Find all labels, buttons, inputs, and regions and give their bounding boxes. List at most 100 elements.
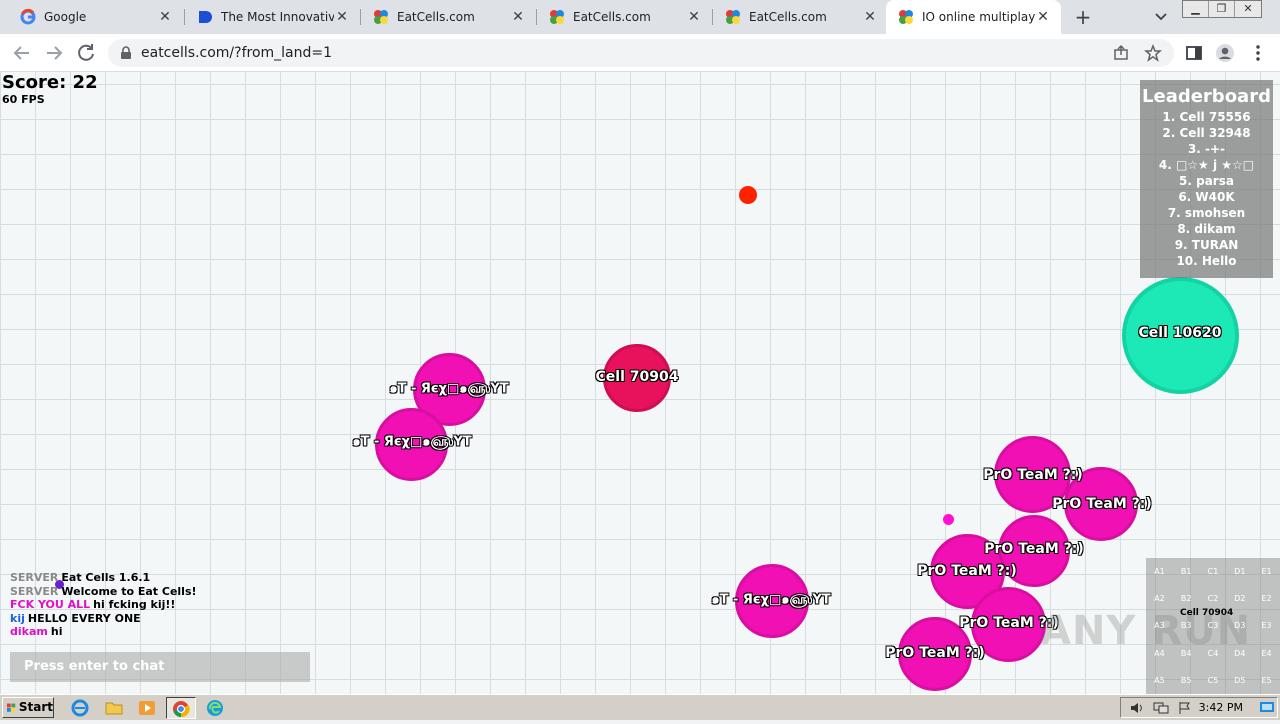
eatcells-icon: [899, 10, 913, 24]
flag-icon[interactable]: [1177, 701, 1193, 715]
share-icon[interactable]: [1112, 44, 1130, 62]
cell-label: ๑T - Яєχ□๑௵YT: [711, 592, 831, 608]
game-canvas[interactable]: Score: 22 60 FPS Cell 70904 Cell 10620 ๑…: [0, 72, 1280, 694]
tab-google[interactable]: Google ✕: [8, 0, 183, 34]
cell-label: ๑T - Яєχ□๑௵YT: [352, 434, 472, 450]
reload-icon[interactable]: [74, 41, 98, 65]
leaderboard-title: Leaderboard: [1142, 86, 1271, 107]
notification-icon[interactable]: [1259, 701, 1275, 715]
minimap-cell: C5: [1207, 675, 1219, 685]
chat-text: Eat Cells 1.6.1: [61, 571, 151, 584]
chat-sender: SERVER: [10, 584, 59, 598]
minimap-cell: B4: [1180, 648, 1192, 658]
blue-logo-icon: [199, 11, 212, 23]
cell-label: Cell 10620: [1138, 325, 1222, 341]
media-player-icon[interactable]: [137, 698, 157, 718]
start-button[interactable]: Start: [2, 697, 54, 718]
cell-label: ๑T - Яєχ□๑௵YT: [389, 381, 509, 397]
maximize-icon[interactable]: ❐: [1209, 1, 1235, 17]
cell-label: PrO TeaM ?:): [1052, 496, 1152, 512]
leaderboard-entry: 2. Cell 32948: [1162, 126, 1251, 140]
chat-sender: SERVER: [10, 571, 59, 584]
cell-label: Cell 70904: [595, 369, 679, 385]
chat-input[interactable]: Press enter to chat: [10, 652, 310, 682]
chat-message: kij HELLO EVERY ONE: [10, 612, 197, 626]
window-close-icon[interactable]: ✕: [1235, 1, 1261, 17]
chevron-down-icon[interactable]: [1150, 6, 1172, 28]
minimap-cell: B5: [1180, 675, 1192, 685]
chat-text: hi fcking kij!!: [93, 598, 176, 611]
os-taskbar: Start 3:42 PM: [0, 694, 1280, 720]
minimap-cell: E2: [1261, 594, 1272, 604]
chat-message: FCK YOU ALL hi fcking kij!!: [10, 598, 197, 612]
cell-label: PrO TeaM ?:): [917, 563, 1017, 579]
minimap-cell: C1: [1207, 567, 1219, 576]
taskbar-chrome-button[interactable]: [166, 697, 196, 719]
minimap-cell: E3: [1261, 621, 1272, 631]
cell-label: PrO TeaM ?:): [885, 645, 985, 661]
cell-label: PrO TeaM ?:): [984, 541, 1084, 557]
minimize-icon[interactable]: ▁: [1183, 1, 1209, 17]
url-text[interactable]: eatcells.com/?from_land=1: [141, 45, 332, 61]
chat-sender: kij: [10, 611, 25, 625]
tab-eatcells-1[interactable]: EatCells.com ✕: [361, 0, 536, 34]
food-pellet: [943, 514, 954, 525]
address-bar[interactable]: eatcells.com/?from_land=1: [108, 39, 1174, 67]
browser-tab-bar: Google ✕ The Most Innovative Tr ✕ EatCel…: [0, 0, 1280, 34]
edge-icon[interactable]: [205, 698, 225, 718]
close-icon[interactable]: ✕: [510, 9, 526, 25]
minimap-cell: C4: [1207, 648, 1219, 658]
chat-message: SERVER Eat Cells 1.6.1: [10, 571, 197, 585]
windows-logo-icon: [7, 703, 16, 712]
food-pellet: [739, 186, 757, 204]
chat-text: hi: [50, 625, 63, 638]
score-display: Score: 22: [2, 72, 98, 93]
chat-sender: FCK YOU ALL: [10, 598, 91, 611]
window-controls: ▁ ❐ ✕: [1182, 0, 1262, 18]
profile-avatar-icon[interactable]: [1215, 43, 1235, 63]
close-icon[interactable]: ✕: [686, 9, 702, 25]
volume-icon[interactable]: [1129, 701, 1145, 715]
folder-icon[interactable]: [104, 698, 124, 718]
leaderboard-entry: 8. dikam: [1177, 222, 1236, 236]
tab-eatcells-3[interactable]: EatCells.com ✕: [713, 0, 888, 34]
network-icon[interactable]: [1153, 701, 1169, 715]
chat-log: SERVER Eat Cells 1.6.1 SERVER Welcome to E…: [10, 571, 197, 639]
bookmark-star-icon[interactable]: [1144, 44, 1162, 62]
minimap-cell: A1: [1154, 567, 1165, 576]
tab-io-multiplayer[interactable]: IO online multiplayer ar ✕: [886, 0, 1061, 34]
close-icon[interactable]: ✕: [334, 9, 350, 25]
tab-innovative[interactable]: The Most Innovative Tr ✕: [185, 0, 360, 34]
chat-text: Welcome to Eat Cells!: [61, 584, 197, 598]
eatcells-icon: [374, 10, 388, 24]
close-icon[interactable]: ✕: [1035, 9, 1051, 25]
chat-text: HELLO EVERY ONE: [27, 611, 141, 625]
new-tab-button[interactable]: +: [1071, 5, 1095, 29]
leaderboard-entry: 7. smohsen: [1167, 206, 1246, 220]
forward-arrow-icon[interactable]: [42, 41, 66, 65]
chat-message: dikam hi: [10, 625, 197, 639]
minimap-cell: D4: [1234, 648, 1246, 658]
minimap-cell: D1: [1234, 567, 1246, 576]
back-arrow-icon[interactable]: [10, 41, 34, 65]
minimap-cell: E4: [1261, 648, 1272, 658]
leaderboard-entry: 3. -+-: [1187, 142, 1226, 156]
close-icon[interactable]: ✕: [862, 9, 878, 25]
side-panel-icon[interactable]: [1184, 43, 1204, 63]
tab-eatcells-2[interactable]: EatCells.com ✕: [537, 0, 712, 34]
browser-toolbar: eatcells.com/?from_land=1: [0, 34, 1280, 72]
system-clock: 3:42 PM: [1198, 701, 1243, 714]
close-icon[interactable]: ✕: [157, 9, 173, 25]
leaderboard-entry: 4. □☆★ j ★☆□: [1158, 158, 1255, 172]
minimap-cell: A5: [1154, 675, 1165, 685]
chat-message: SERVER Welcome to Eat Cells!: [10, 585, 197, 599]
tab-title: EatCells.com: [397, 10, 475, 24]
start-label: Start: [18, 700, 53, 714]
tab-title: IO online multiplayer ar: [922, 10, 1035, 24]
chat-sender: dikam: [10, 625, 48, 638]
minimap-cell: A3: [1154, 621, 1165, 631]
lock-icon[interactable]: [118, 45, 134, 61]
internet-explorer-icon[interactable]: [70, 698, 90, 718]
minimap-cell: B1: [1180, 567, 1192, 576]
kebab-menu-icon[interactable]: [1248, 43, 1268, 63]
